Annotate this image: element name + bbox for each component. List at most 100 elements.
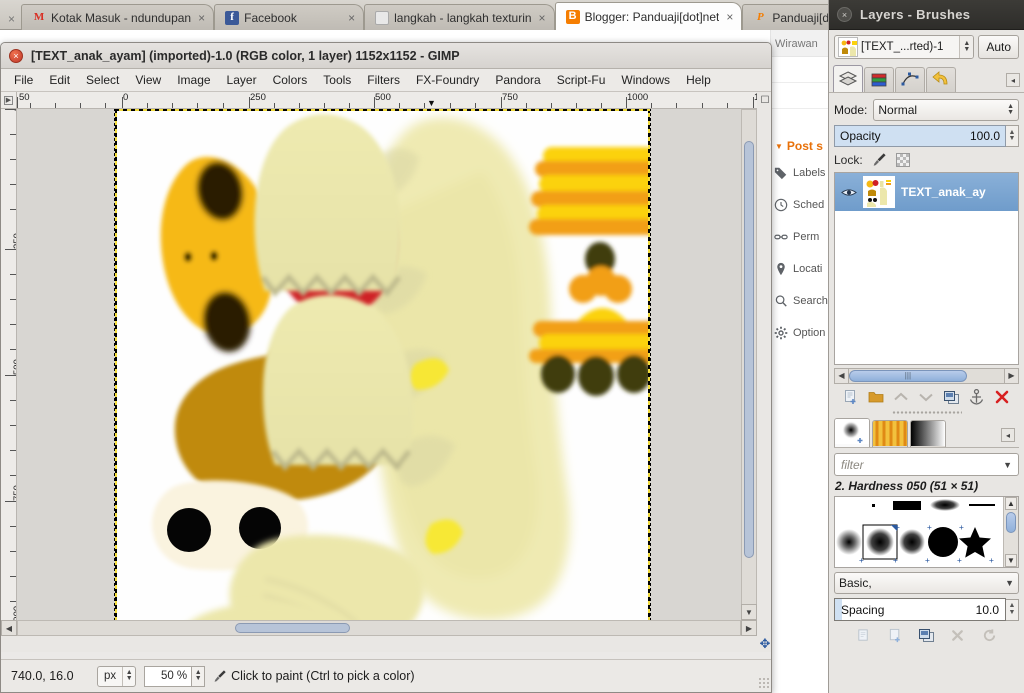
- tab-patterns[interactable]: [872, 420, 908, 447]
- vertical-scrollbar[interactable]: [741, 109, 757, 620]
- image-canvas[interactable]: [114, 109, 669, 620]
- spacing-slider[interactable]: Spacing 10.0: [834, 598, 1006, 621]
- zoom-control[interactable]: 50 % ▲ ▼: [144, 665, 206, 687]
- image-selector[interactable]: [TEXT_...rted)-1 ▲ ▼: [834, 35, 975, 59]
- raise-layer-button[interactable]: [891, 388, 911, 406]
- quick-mask-icon[interactable]: ☐: [757, 92, 771, 109]
- browser-tab-panduaji[interactable]: P Panduaji[d: [742, 4, 839, 30]
- refresh-brushes-button[interactable]: [979, 626, 999, 644]
- scroll-right-button[interactable]: ▶: [1004, 367, 1019, 384]
- tab-layers[interactable]: [833, 65, 863, 92]
- scrollbar-thumb[interactable]: [1006, 512, 1016, 534]
- spinner-icon[interactable]: ▲ ▼: [959, 36, 974, 58]
- spinner-icon[interactable]: ▲ ▼: [192, 665, 206, 687]
- blogger-item-labels[interactable]: Labels: [771, 157, 830, 189]
- table-row[interactable]: TEXT_anak_ay: [835, 173, 1018, 211]
- menu-filters[interactable]: Filters: [359, 70, 408, 90]
- brush-grid-scrollbar[interactable]: ▲ ▼: [1003, 497, 1018, 567]
- menu-colors[interactable]: Colors: [265, 70, 316, 90]
- scrollbar-thumb[interactable]: |||: [849, 369, 967, 382]
- tab-brushes[interactable]: [834, 418, 870, 447]
- blogger-item-options[interactable]: Option: [771, 317, 830, 349]
- horizontal-scrollbar[interactable]: [17, 620, 741, 636]
- tab-menu-button[interactable]: ◂: [1006, 73, 1020, 87]
- scroll-down-button[interactable]: ▼: [741, 604, 757, 620]
- close-icon[interactable]: ×: [9, 48, 23, 63]
- spinner-icon[interactable]: ▲ ▼: [1006, 598, 1019, 621]
- vertical-ruler[interactable]: 0 250 500 750 1000: [1, 109, 17, 620]
- dock-separator-grip[interactable]: [829, 409, 1024, 416]
- scrollbar-thumb[interactable]: [234, 623, 351, 633]
- blogger-post-settings-header[interactable]: ▼ Post s: [771, 135, 830, 157]
- brush-filter-input[interactable]: filter ▼: [834, 453, 1019, 476]
- close-icon[interactable]: ×: [837, 7, 852, 22]
- blogger-item-search[interactable]: Search: [771, 285, 830, 317]
- scroll-right-button[interactable]: ▶: [741, 620, 757, 636]
- image-viewport[interactable]: [17, 109, 757, 620]
- new-layer-button[interactable]: [841, 388, 861, 406]
- tab-close-leading-icon[interactable]: ×: [2, 12, 21, 26]
- resize-grip[interactable]: [758, 677, 770, 689]
- delete-layer-button[interactable]: [992, 388, 1012, 406]
- opacity-slider[interactable]: Opacity 100.0: [834, 125, 1006, 147]
- blogger-item-schedule[interactable]: Sched: [771, 189, 830, 221]
- browser-tab-gmail[interactable]: M Kotak Masuk - ndundupan ×: [21, 4, 215, 30]
- lower-layer-button[interactable]: [916, 388, 936, 406]
- horizontal-ruler[interactable]: 50 0 250 500 750 1000 1250 ▼: [17, 92, 757, 109]
- edit-brush-button[interactable]: [854, 626, 874, 644]
- delete-brush-button[interactable]: [948, 626, 968, 644]
- menu-fx-foundry[interactable]: FX-Foundry: [408, 70, 487, 90]
- browser-tab-blogger[interactable]: B Blogger: Panduaji[dot]net ×: [554, 2, 743, 30]
- spinner-icon[interactable]: ▲ ▼: [122, 666, 135, 686]
- menu-file[interactable]: File: [6, 70, 41, 90]
- brush-tab-menu-button[interactable]: ◂: [1001, 428, 1015, 442]
- menu-pandora[interactable]: Pandora: [487, 70, 548, 90]
- menu-windows[interactable]: Windows: [613, 70, 678, 90]
- layer-list-hscrollbar[interactable]: ◀ ||| ▶: [834, 367, 1019, 384]
- spinner-icon[interactable]: ▲ ▼: [1007, 103, 1014, 117]
- scrollbar-thumb[interactable]: [744, 140, 754, 558]
- menu-image[interactable]: Image: [169, 70, 218, 90]
- chevron-down-icon[interactable]: ▼: [1003, 460, 1012, 470]
- mode-select[interactable]: Normal ▲ ▼: [873, 99, 1019, 121]
- new-brush-button[interactable]: [885, 626, 905, 644]
- brush-tag-select[interactable]: Basic, ▼: [834, 572, 1019, 594]
- scrollbar-track[interactable]: |||: [849, 367, 1004, 384]
- spinner-icon[interactable]: ▲ ▼: [1006, 125, 1019, 147]
- scroll-up-button[interactable]: ▲: [1005, 497, 1017, 510]
- zoom-input[interactable]: 50 %: [144, 665, 193, 687]
- unit-selector[interactable]: px ▲ ▼: [97, 665, 137, 687]
- duplicate-layer-button[interactable]: [942, 388, 962, 406]
- close-icon[interactable]: ×: [726, 10, 733, 24]
- navigation-move-icon[interactable]: ✥: [757, 636, 771, 652]
- menu-help[interactable]: Help: [678, 70, 719, 90]
- scroll-left-button[interactable]: ◀: [1, 620, 17, 636]
- tab-channels[interactable]: [864, 67, 894, 92]
- lock-alpha-checkerboard-icon[interactable]: [895, 152, 910, 167]
- blogger-item-permalink[interactable]: Perm: [771, 221, 830, 253]
- close-icon[interactable]: ×: [539, 11, 546, 25]
- duplicate-brush-button[interactable]: [916, 626, 936, 644]
- scroll-down-button[interactable]: ▼: [1005, 554, 1017, 567]
- close-icon[interactable]: ×: [198, 11, 205, 25]
- scroll-left-button[interactable]: ◀: [834, 367, 849, 384]
- close-icon[interactable]: ×: [348, 11, 355, 25]
- menu-script-fu[interactable]: Script-Fu: [549, 70, 614, 90]
- browser-tab-texturing[interactable]: langkah - langkah texturin ×: [364, 4, 555, 30]
- lock-pixels-pencil-icon[interactable]: [872, 152, 887, 167]
- anchor-layer-button[interactable]: [967, 388, 987, 406]
- browser-tab-facebook[interactable]: f Facebook ×: [214, 4, 365, 30]
- menu-select[interactable]: Select: [78, 70, 127, 90]
- menu-edit[interactable]: Edit: [41, 70, 78, 90]
- blogger-item-location[interactable]: Locati: [771, 253, 830, 285]
- ruler-origin-button[interactable]: ▶: [1, 92, 17, 109]
- visibility-eye-icon[interactable]: [841, 187, 857, 198]
- menu-layer[interactable]: Layer: [219, 70, 265, 90]
- menu-tools[interactable]: Tools: [315, 70, 359, 90]
- brush-grid[interactable]: + + + + + + + +: [835, 497, 1003, 567]
- chevron-down-icon[interactable]: ▼: [1005, 578, 1014, 587]
- new-layer-group-button[interactable]: [866, 388, 886, 406]
- tab-paths[interactable]: [895, 67, 925, 92]
- menu-view[interactable]: View: [127, 70, 169, 90]
- tab-gradients[interactable]: [910, 420, 946, 447]
